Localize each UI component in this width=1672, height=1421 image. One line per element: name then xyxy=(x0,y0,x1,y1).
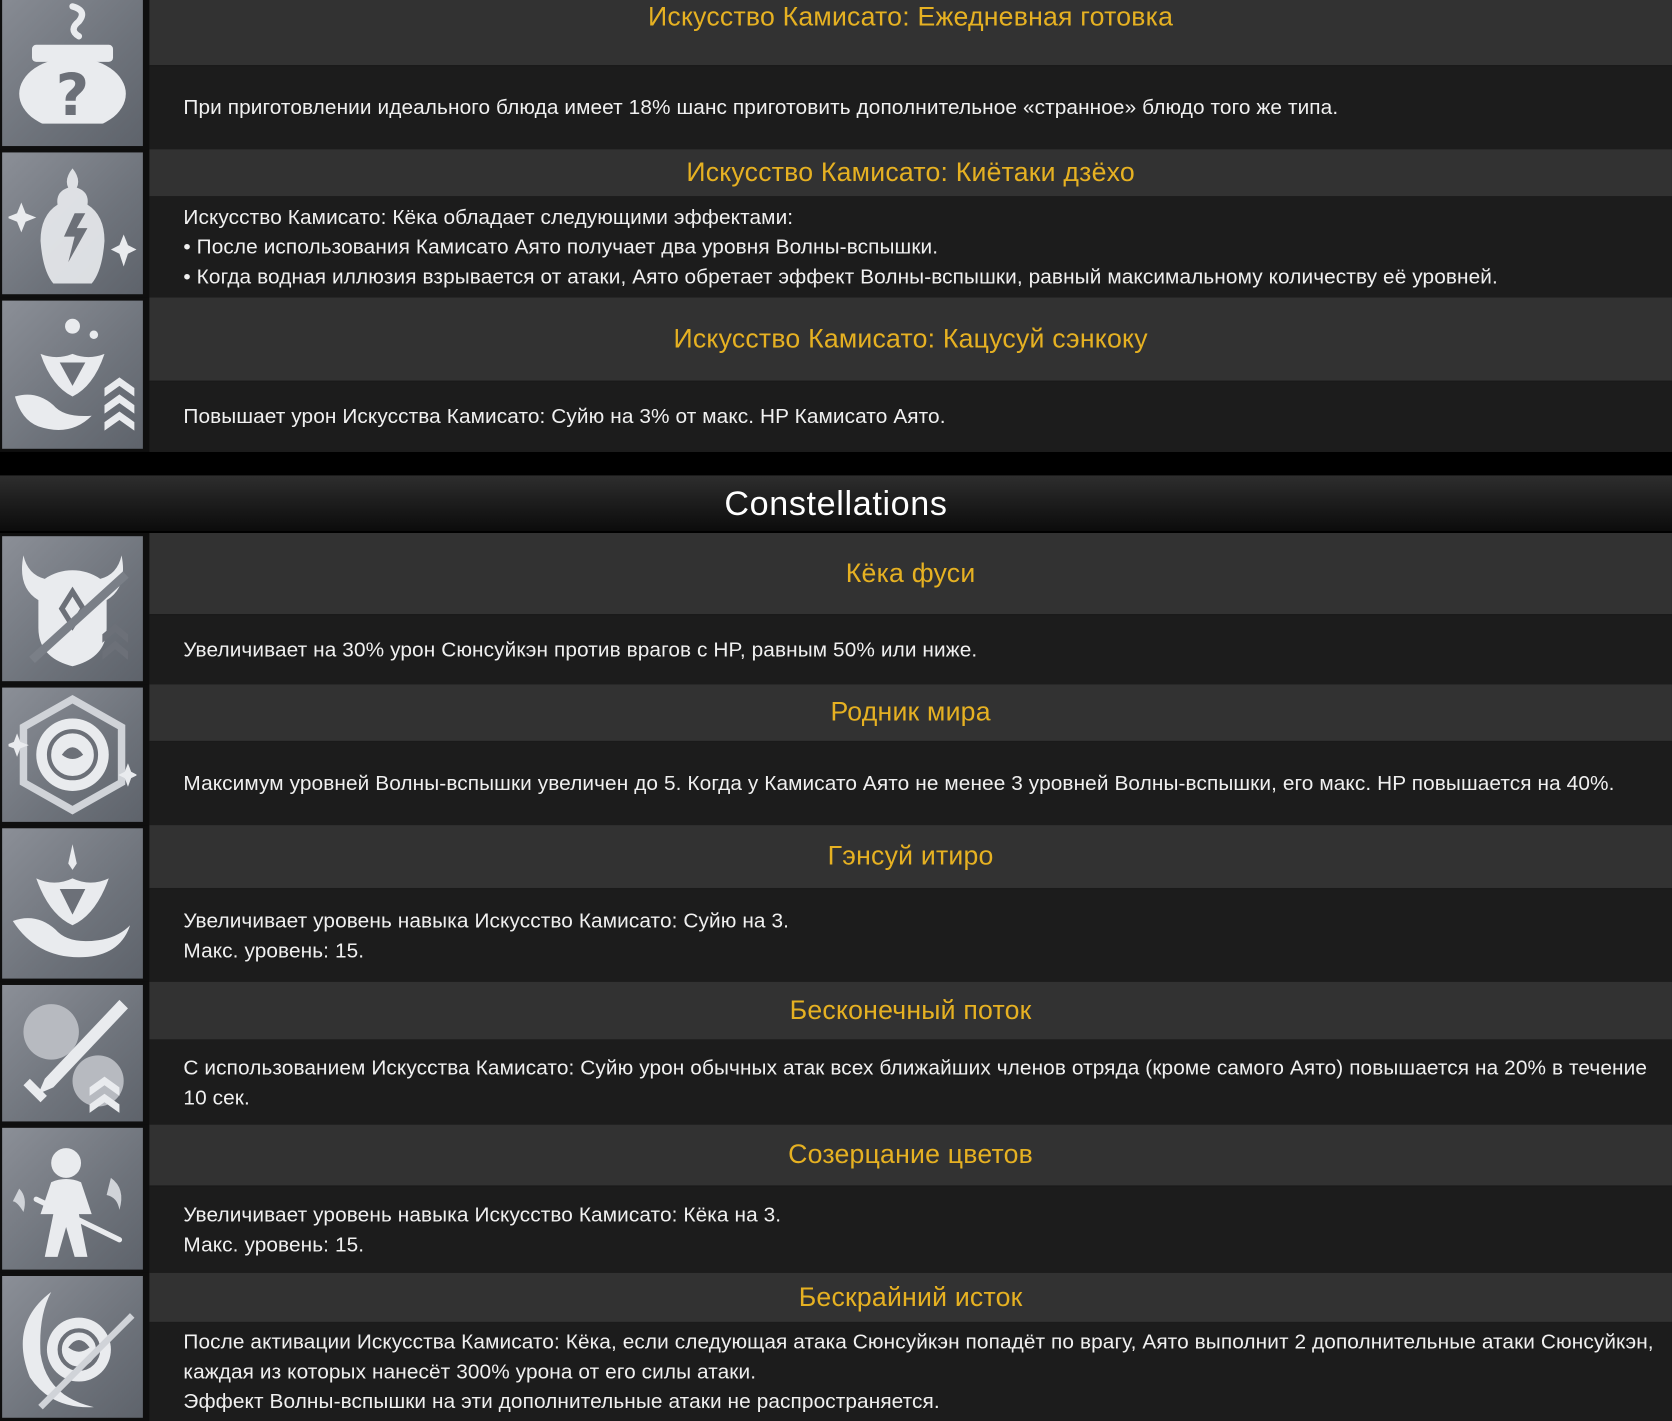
flower-wave-icon xyxy=(2,828,143,979)
description-line: • Когда водная иллюзия взрывается от ата… xyxy=(183,265,1498,289)
passive-row-1: ? Искусство Камисато: Ежедневная готовка… xyxy=(0,0,1672,150)
constellation-description: После активации Искусства Камисато: Кёка… xyxy=(149,1322,1672,1421)
horned-helmet-icon xyxy=(2,536,143,682)
talent-description: Повышает урон Искусства Камисато: Суйю н… xyxy=(149,381,1672,452)
hexagon-flower-icon xyxy=(2,687,143,822)
constellation-icon-cell xyxy=(0,981,150,1125)
constellation-title: Родник мира xyxy=(149,684,1672,742)
description-line: Эффект Волны-вспышки на эти дополнительн… xyxy=(183,1390,940,1414)
constellation-title: Бескрайний исток xyxy=(149,1272,1672,1323)
passive-row-3: Искусство Камисато: Кацусуй сэнкоку Повы… xyxy=(0,297,1672,452)
constellation-row-6: Бескрайний исток После активации Искусст… xyxy=(0,1272,1672,1421)
talent-title: Искусство Камисато: Кацусуй сэнкоку xyxy=(149,297,1672,382)
constellation-title: Гэнсуй итиро xyxy=(149,825,1672,890)
description-line: Максимум уровней Волны-вспышки увеличен … xyxy=(183,771,1615,796)
sword-flower-icon xyxy=(2,984,143,1122)
constellation-icon-cell xyxy=(0,1124,150,1273)
description-line: При приготовлении идеального блюда имеет… xyxy=(183,95,1339,120)
passive-icon-cell xyxy=(0,297,150,452)
svg-text:?: ? xyxy=(56,62,89,124)
constellation-icon-cell xyxy=(0,1272,150,1421)
constellation-description: С использованием Искусства Камисато: Суй… xyxy=(149,1040,1672,1125)
description-line: Увеличивает уровень навыка Искусство Кам… xyxy=(183,908,790,933)
pot-question-icon: ? xyxy=(2,0,143,147)
talent-title: Искусство Камисато: Ежедневная готовка xyxy=(149,0,1672,67)
constellation-title: Созерцание цветов xyxy=(149,1124,1672,1187)
constellation-icon-cell xyxy=(0,533,150,685)
constellation-row-3: Гэнсуй итиро Увеличивает уровень навыка … xyxy=(0,825,1672,982)
constellation-description: Увеличивает на 30% урон Сюнсуйкэн против… xyxy=(149,615,1672,685)
description-line: Макс. уровень: 15. xyxy=(183,938,365,963)
constellation-title: Бесконечный поток xyxy=(149,981,1672,1041)
passive-icon-cell xyxy=(0,149,150,298)
constellation-icon-cell xyxy=(0,684,150,826)
constellation-row-2: Родник мира Максимум уровней Волны-вспыш… xyxy=(0,684,1672,826)
talent-description: Искусство Камисато: Кёка обладает следую… xyxy=(149,197,1672,298)
constellation-description: Увеличивает уровень навыка Искусство Кам… xyxy=(149,1186,1672,1273)
flower-wave-chevron-icon xyxy=(2,300,143,449)
constellation-icon-cell xyxy=(0,825,150,982)
constellation-description: Увеличивает уровень навыка Искусство Кам… xyxy=(149,889,1672,982)
description-line: • После использования Камисато Аято полу… xyxy=(183,235,939,260)
talent-title: Искусство Камисато: Киётаки дзёхо xyxy=(149,149,1672,198)
passive-icon-cell: ? xyxy=(0,0,150,150)
description-line: Увеличивает на 30% урон Сюнсуйкэн против… xyxy=(183,638,978,662)
description-line: После активации Искусства Камисато: Кёка… xyxy=(183,1330,1654,1384)
talent-description: При приготовлении идеального блюда имеет… xyxy=(149,66,1672,150)
description-line: Макс. уровень: 15. xyxy=(183,1232,365,1257)
constellation-title: Кёка фуси xyxy=(149,533,1672,616)
passive-row-2: Искусство Камисато: Киётаки дзёхо Искусс… xyxy=(0,149,1672,298)
description-line: Повышает урон Искусства Камисато: Суйю н… xyxy=(183,405,946,429)
section-title: Constellations xyxy=(0,475,1672,531)
description-line: Искусство Камисато: Кёка обладает следую… xyxy=(183,205,794,230)
constellation-row-5: Созерцание цветов Увеличивает уровень на… xyxy=(0,1124,1672,1273)
description-line: С использованием Искусства Камисато: Суй… xyxy=(183,1055,1648,1110)
description-line: Увеличивает уровень навыка Искусство Кам… xyxy=(183,1202,782,1227)
constellation-row-1: Кёка фуси Увеличивает на 30% урон Сюнсуй… xyxy=(0,533,1672,685)
constellation-description: Максимум уровней Волны-вспышки увеличен … xyxy=(149,741,1672,826)
constellation-row-4: Бесконечный поток С использованием Искус… xyxy=(0,981,1672,1125)
crescent-flower-icon xyxy=(2,1276,143,1418)
lightning-figure-icon xyxy=(2,152,143,295)
swordsman-icon xyxy=(2,1127,143,1270)
